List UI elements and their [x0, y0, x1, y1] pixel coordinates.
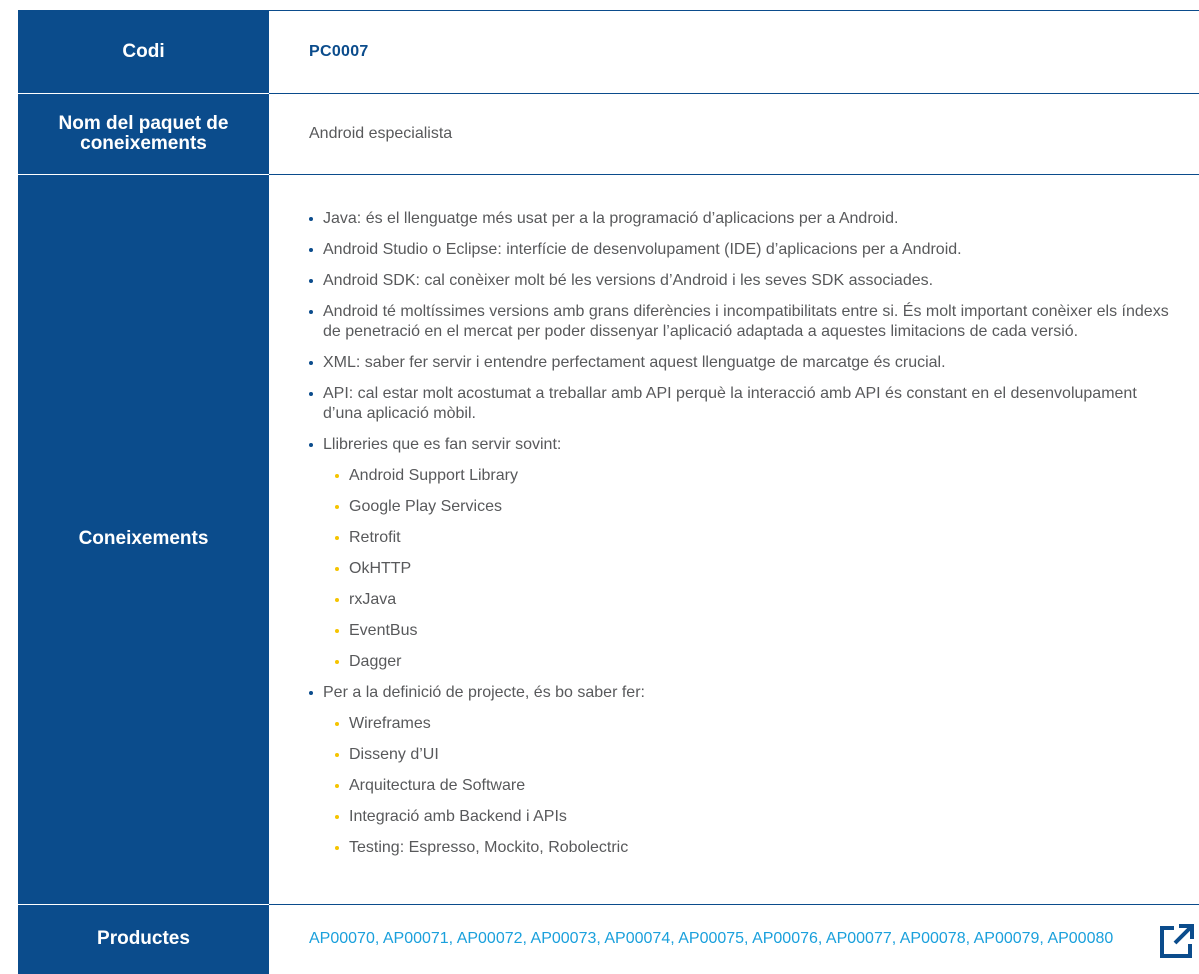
sub-list-item: Wireframes [323, 714, 1169, 734]
code-label: Codi [18, 11, 269, 94]
sub-list-item: Google Play Services [323, 497, 1169, 517]
knowledge-label: Coneixements [18, 174, 269, 905]
products-value-cell: AP00070, AP00071, AP00072, AP00073, AP00… [269, 904, 1199, 974]
row-package-name: Nom del paquet de coneixements Android e… [18, 93, 1199, 175]
sub-list-item: Arquitectura de Software [323, 776, 1169, 796]
row-products: Productes AP00070, AP00071, AP00072, AP0… [18, 904, 1199, 974]
external-link-icon[interactable] [1157, 923, 1195, 961]
sub-list-item: Dagger [323, 652, 1169, 672]
list-item: Android Studio o Eclipse: interfície de … [309, 240, 1169, 260]
list-item: Android SDK: cal conèixer molt bé les ve… [309, 271, 1169, 291]
sub-list-item: Android Support Library [323, 466, 1169, 486]
list-item-libraries: Llibreries que es fan servir sovint: And… [309, 435, 1169, 672]
code-value-cell: PC0007 [269, 11, 1199, 94]
knowledge-value-cell: Java: és el llenguatge més usat per a la… [269, 174, 1199, 905]
package-name-label-line1: Nom del paquet de [58, 112, 229, 134]
libraries-sublist: Android Support Library Google Play Serv… [323, 466, 1169, 672]
row-knowledge: Coneixements Java: és el llenguatge més … [18, 174, 1199, 905]
sub-list-item: OkHTTP [323, 559, 1169, 579]
products-links[interactable]: AP00070, AP00071, AP00072, AP00073, AP00… [309, 929, 1139, 949]
libraries-heading: Llibreries que es fan servir sovint: [323, 436, 562, 453]
sub-list-item: Disseny d’UI [323, 745, 1169, 765]
knowledge-package-sheet: Codi PC0007 Nom del paquet de coneixemen… [18, 10, 1199, 974]
sub-list-item: Integració amb Backend i APIs [323, 807, 1169, 827]
list-item: XML: saber fer servir i entendre perfect… [309, 353, 1169, 373]
sub-list-item: EventBus [323, 621, 1169, 641]
project-heading: Per a la definició de projecte, és bo sa… [323, 684, 645, 701]
list-item: API: cal estar molt acostumat a treballa… [309, 384, 1169, 424]
sub-list-item: Testing: Espresso, Mockito, Robolectric [323, 838, 1169, 858]
code-value: PC0007 [309, 42, 369, 60]
sub-list-item: Retrofit [323, 528, 1169, 548]
package-name-label-line2: coneixements [80, 132, 207, 154]
row-code: Codi PC0007 [18, 11, 1199, 94]
list-item: Android té moltíssimes versions amb gran… [309, 302, 1169, 342]
products-label: Productes [18, 904, 269, 974]
sub-list-item: rxJava [323, 590, 1169, 610]
package-name-value: Android especialista [269, 93, 1199, 175]
list-item: Java: és el llenguatge més usat per a la… [309, 209, 1169, 229]
package-name-label: Nom del paquet de coneixements [18, 93, 269, 175]
list-item-project: Per a la definició de projecte, és bo sa… [309, 683, 1169, 858]
project-sublist: Wireframes Disseny d’UI Arquitectura de … [323, 714, 1169, 858]
knowledge-list: Java: és el llenguatge més usat per a la… [309, 209, 1169, 858]
knowledge-package-table: Codi PC0007 Nom del paquet de coneixemen… [18, 11, 1199, 974]
